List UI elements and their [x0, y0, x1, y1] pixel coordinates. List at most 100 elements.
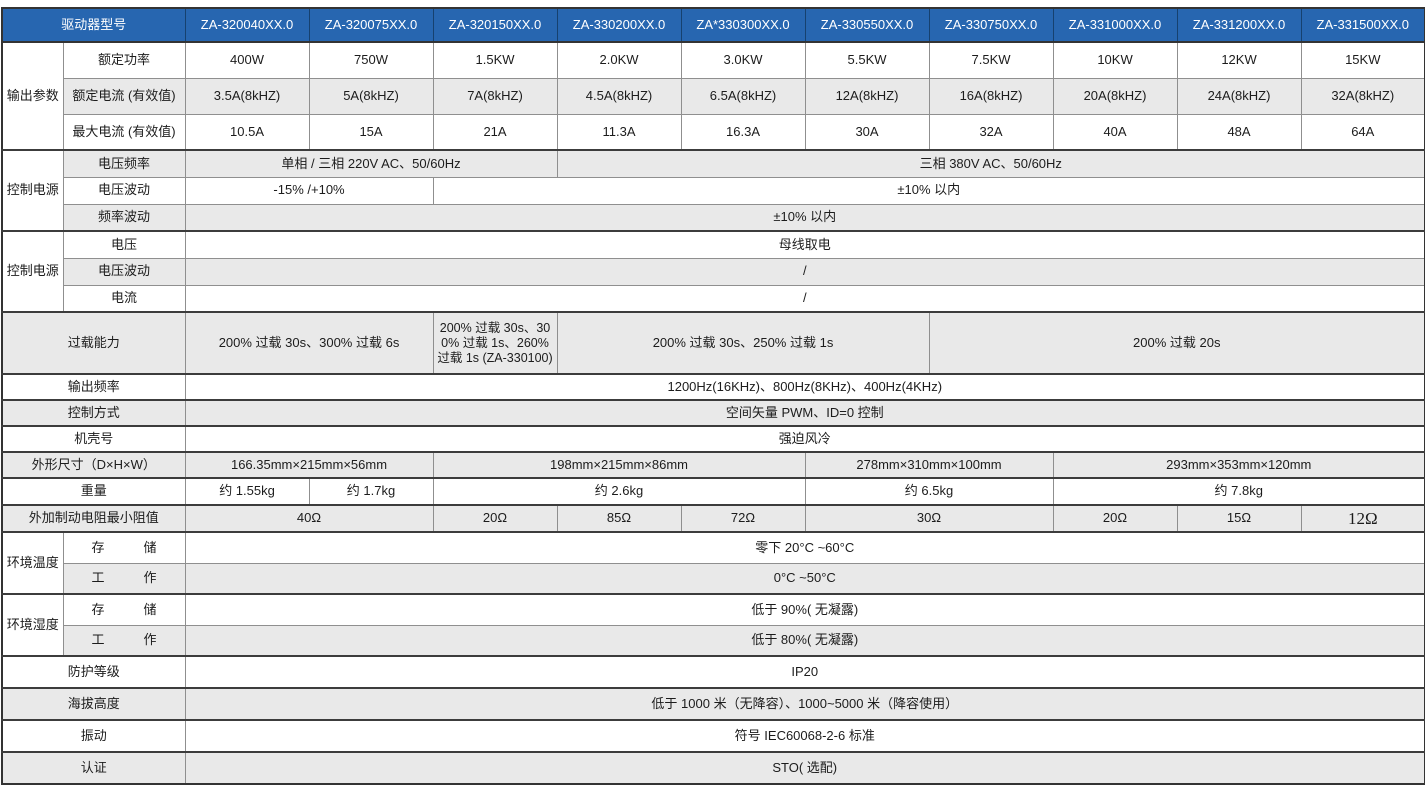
spec-cell: 1.5KW [433, 42, 557, 78]
spec-cell: STO( 选配) [185, 752, 1425, 784]
row-label: 最大电流 (有效值) [63, 114, 185, 150]
spec-cell: 5A(8kHZ) [309, 78, 433, 114]
spec-cell: 20Ω [433, 505, 557, 532]
spec-cell: 强迫风冷 [185, 426, 1425, 452]
spec-cell: 3.0KW [681, 42, 805, 78]
spec-cell: 零下 20°C ~60°C [185, 532, 1425, 563]
row-label: 额定电流 (有效值) [63, 78, 185, 114]
row-vibration: 振动 符号 IEC60068-2-6 标准 [2, 720, 1425, 752]
model-header-cell: ZA-330750XX.0 [929, 8, 1053, 42]
spec-cell: 3.5A(8kHZ) [185, 78, 309, 114]
spec-cell: 30A [805, 114, 929, 150]
spec-cell: 293mm×353mm×120mm [1053, 452, 1425, 478]
group-label-ambient-humidity: 环境湿度 [2, 594, 63, 656]
spec-cell: 0°C ~50°C [185, 563, 1425, 594]
spec-cell: 母线取电 [185, 231, 1425, 258]
spec-cell: 4.5A(8kHZ) [557, 78, 681, 114]
spec-cell: 低于 1000 米（无降容）、1000~5000 米（降容使用） [185, 688, 1425, 720]
row-control-current: 电流 / [2, 285, 1425, 312]
row-altitude: 海拔高度 低于 1000 米（无降容）、1000~5000 米（降容使用） [2, 688, 1425, 720]
spec-cell: 32A [929, 114, 1053, 150]
spec-cell: 16A(8kHZ) [929, 78, 1053, 114]
spec-cell: 72Ω [681, 505, 805, 532]
group-label-main-power: 控制电源 [2, 150, 63, 231]
spec-cell: 30Ω [805, 505, 1053, 532]
row-label: 机壳号 [2, 426, 185, 452]
spec-cell: 200% 过载 30s、250% 过载 1s [557, 312, 929, 374]
spec-cell: 20A(8kHZ) [1053, 78, 1177, 114]
model-header-title: 驱动器型号 [2, 8, 185, 42]
row-label: 工 作 [63, 625, 185, 656]
spec-table: 驱动器型号 ZA-320040XX.0 ZA-320075XX.0 ZA-320… [1, 7, 1425, 785]
row-protection: 防护等级 IP20 [2, 656, 1425, 688]
spec-cell: 三相 380V AC、50/60Hz [557, 150, 1425, 177]
row-label: 输出频率 [2, 374, 185, 400]
spec-cell: 约 1.55kg [185, 478, 309, 505]
model-header-cell: ZA-331200XX.0 [1177, 8, 1301, 42]
spec-cell: 7A(8kHZ) [433, 78, 557, 114]
spec-cell: 2.0KW [557, 42, 681, 78]
group-label-control-power: 控制电源 [2, 231, 63, 312]
row-label: 额定功率 [63, 42, 185, 78]
spec-cell: 200% 过载 30s、300% 过载 1s、260% 过载 1s (ZA-33… [433, 312, 557, 374]
spec-cell: 12A(8kHZ) [805, 78, 929, 114]
row-label: 电压波动 [63, 258, 185, 285]
row-label: 电压频率 [63, 150, 185, 177]
row-label: 认证 [2, 752, 185, 784]
row-label: 海拔高度 [2, 688, 185, 720]
row-weight: 重量 约 1.55kg 约 1.7kg 约 2.6kg 约 6.5kg 约 7.… [2, 478, 1425, 505]
row-label: 电流 [63, 285, 185, 312]
spec-cell: 12KW [1177, 42, 1301, 78]
spec-cell: 12Ω [1301, 505, 1425, 532]
row-humidity-storage: 环境湿度 存 储 低于 90%( 无凝露) [2, 594, 1425, 625]
row-certification: 认证 STO( 选配) [2, 752, 1425, 784]
row-voltage-fluctuation: 电压波动 -15% /+10% ±10% 以内 [2, 177, 1425, 204]
row-label: 过载能力 [2, 312, 185, 374]
spec-cell: 符号 IEC60068-2-6 标准 [185, 720, 1425, 752]
spec-cell: 400W [185, 42, 309, 78]
model-header-cell: ZA-320075XX.0 [309, 8, 433, 42]
spec-cell: 约 6.5kg [805, 478, 1053, 505]
spec-cell: -15% /+10% [185, 177, 433, 204]
row-cooling: 机壳号 强迫风冷 [2, 426, 1425, 452]
row-dimensions: 外形尺寸（D×H×W） 166.35mm×215mm×56mm 198mm×21… [2, 452, 1425, 478]
model-header-cell: ZA*330300XX.0 [681, 8, 805, 42]
spec-cell: IP20 [185, 656, 1425, 688]
row-temp-storage: 环境温度 存 储 零下 20°C ~60°C [2, 532, 1425, 563]
row-brake-resistor: 外加制动电阻最小阻值 40Ω 20Ω 85Ω 72Ω 30Ω 20Ω 15Ω 1… [2, 505, 1425, 532]
spec-cell: 低于 90%( 无凝露) [185, 594, 1425, 625]
spec-cell: 166.35mm×215mm×56mm [185, 452, 433, 478]
row-max-current: 最大电流 (有效值) 10.5A 15A 21A 11.3A 16.3A 30A… [2, 114, 1425, 150]
row-label: 外加制动电阻最小阻值 [2, 505, 185, 532]
spec-cell: ±10% 以内 [433, 177, 1425, 204]
spec-cell: 低于 80%( 无凝露) [185, 625, 1425, 656]
spec-cell: 约 7.8kg [1053, 478, 1425, 505]
spec-cell: 200% 过载 20s [929, 312, 1425, 374]
spec-cell: 48A [1177, 114, 1301, 150]
row-label: 存 储 [63, 532, 185, 563]
page: 驱动器型号 ZA-320040XX.0 ZA-320075XX.0 ZA-320… [0, 0, 1425, 785]
row-label: 电压 [63, 231, 185, 258]
spec-cell: 750W [309, 42, 433, 78]
spec-cell: 约 1.7kg [309, 478, 433, 505]
spec-cell: 16.3A [681, 114, 805, 150]
model-header-row: 驱动器型号 ZA-320040XX.0 ZA-320075XX.0 ZA-320… [2, 8, 1425, 42]
row-humidity-operating: 工 作 低于 80%( 无凝露) [2, 625, 1425, 656]
row-control-voltage-fluctuation: 电压波动 / [2, 258, 1425, 285]
row-voltage-frequency: 控制电源 电压频率 单相 / 三相 220V AC、50/60Hz 三相 380… [2, 150, 1425, 177]
spec-cell: 10.5A [185, 114, 309, 150]
spec-cell: 200% 过载 30s、300% 过载 6s [185, 312, 433, 374]
row-temp-operating: 工 作 0°C ~50°C [2, 563, 1425, 594]
spec-cell: 7.5KW [929, 42, 1053, 78]
spec-cell: / [185, 285, 1425, 312]
spec-cell: 单相 / 三相 220V AC、50/60Hz [185, 150, 557, 177]
model-header-cell: ZA-331000XX.0 [1053, 8, 1177, 42]
row-overload: 过载能力 200% 过载 30s、300% 过载 6s 200% 过载 30s、… [2, 312, 1425, 374]
row-label: 振动 [2, 720, 185, 752]
row-label: 工 作 [63, 563, 185, 594]
row-label: 电压波动 [63, 177, 185, 204]
spec-cell: 278mm×310mm×100mm [805, 452, 1053, 478]
row-label: 频率波动 [63, 204, 185, 231]
spec-cell: 198mm×215mm×86mm [433, 452, 805, 478]
row-control-voltage: 控制电源 电压 母线取电 [2, 231, 1425, 258]
